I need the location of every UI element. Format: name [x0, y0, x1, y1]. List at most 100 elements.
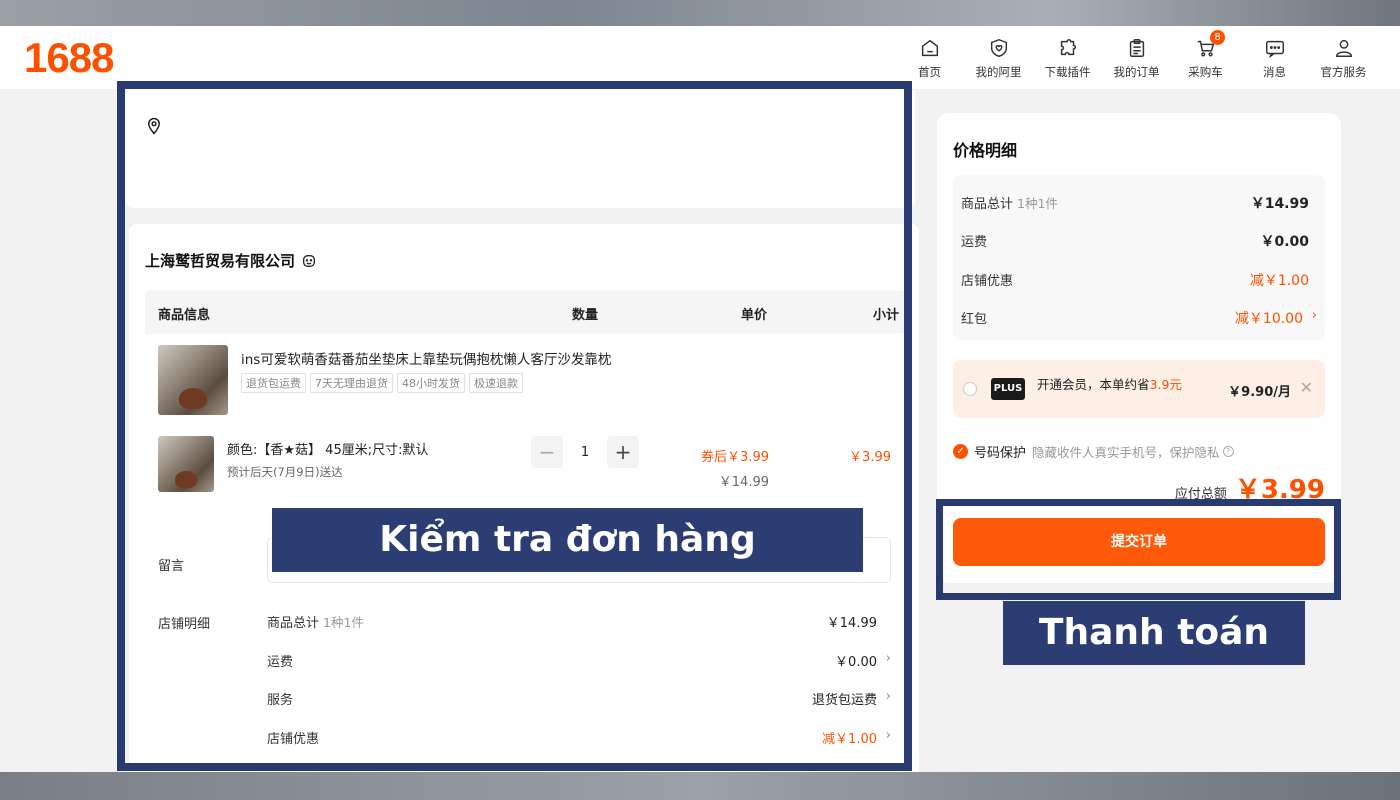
item-subtotal: ￥3.99: [849, 450, 891, 465]
address-card[interactable]: [125, 88, 915, 208]
price-value: 减￥10.00: [1234, 311, 1303, 327]
price-row-shipping: 运费 ￥0.00: [961, 231, 1317, 251]
product-title[interactable]: ins可爱软萌香菇番茄坐垫床上靠垫玩偶抱枕懒人客厅沙发靠枕: [241, 348, 611, 368]
detail-key: 服务: [267, 693, 294, 708]
detail-key: 运费: [267, 655, 294, 670]
privacy-label: 号码保护: [974, 446, 1027, 461]
price-row-shop-discount: 店铺优惠 减￥1.00: [961, 270, 1317, 290]
product-tags: 退货包运费 7天无理由退货 48小时发货 极速退款: [241, 373, 523, 393]
nav-label: 消息: [1263, 65, 1286, 79]
help-icon[interactable]: ?: [1222, 446, 1234, 457]
chat-smile-icon[interactable]: [301, 253, 317, 269]
cart-count-badge: 8: [1210, 30, 1225, 45]
sku-image[interactable]: [158, 436, 214, 492]
detail-value: 退货包运费: [811, 693, 877, 708]
product-image[interactable]: [158, 345, 228, 415]
col-quantity: 数量: [572, 308, 599, 323]
decrease-button[interactable]: −: [531, 436, 563, 468]
order-card: 上海鹫哲贸易有限公司 商品信息 数量 单价 小计 ins可爱软萌香菇番茄坐垫床上…: [129, 224, 919, 772]
price-detail-card: 价格明细 商品总计 1种1件 ￥14.99 运费 ￥0.00 店铺优惠 减￥1.0…: [937, 113, 1341, 583]
detail-row-shop-discount[interactable]: 店铺优惠 减￥1.00 ›: [267, 728, 891, 748]
caption-payment: Thanh toán: [1003, 601, 1305, 665]
nav-label: 首页: [918, 65, 941, 79]
detail-row-shipping[interactable]: 运费 ￥0.00 ›: [267, 651, 891, 671]
col-product-info: 商品信息: [158, 308, 211, 323]
chevron-right-icon: ›: [885, 728, 891, 743]
detail-value: ￥0.00: [835, 655, 877, 670]
price-key: 商品总计: [961, 197, 1014, 212]
detail-row-service[interactable]: 服务 退货包运费 ›: [267, 689, 891, 709]
privacy-desc: 隐藏收件人真实手机号，保护隐私: [1032, 445, 1220, 460]
browser-screen: 1688 首页 我的阿里 下载插件 我的订单 8 采购车 消息 官方服务 上海鹫…: [0, 26, 1400, 772]
nav-label: 我的阿里: [975, 65, 1022, 79]
price-sub: 1种1件: [1017, 196, 1058, 211]
nav-cart[interactable]: 8 采购车: [1171, 30, 1240, 82]
service-tag: 48小时发货: [397, 373, 465, 393]
shop-detail-label: 店铺明细: [158, 617, 211, 632]
nav-service[interactable]: 官方服务: [1309, 34, 1378, 82]
detail-row-total: 商品总计 1种1件 ￥14.99: [267, 612, 891, 632]
price-key: 店铺优惠: [961, 274, 1014, 289]
plus-price: ￥9.90/月: [1228, 385, 1291, 400]
price-row-red-packet[interactable]: 红包 减￥10.00 ›: [961, 308, 1317, 328]
nav-label: 采购车: [1188, 65, 1223, 79]
location-pin-icon: [147, 117, 161, 135]
plus-membership-offer[interactable]: PLUS 开通会员，本单约省3.9元 ￥9.90/月 ✕: [953, 360, 1325, 418]
plus-logo: PLUS: [991, 378, 1025, 400]
service-tag: 极速退款: [469, 373, 523, 393]
nav-label: 我的订单: [1113, 65, 1160, 79]
message-icon: [1265, 40, 1284, 59]
quantity-value[interactable]: 1: [563, 445, 607, 460]
shop-name[interactable]: 上海鹫哲贸易有限公司: [145, 250, 317, 271]
price-key: 红包: [961, 312, 988, 327]
note-label: 留言: [158, 559, 185, 574]
price-value: ￥14.99: [1250, 196, 1309, 212]
plus-offer-lead: 开通会员，本单约省: [1037, 377, 1150, 392]
price-value: ￥0.00: [1260, 234, 1309, 250]
service-tag: 退货包运费: [241, 373, 306, 393]
nav-my-ali[interactable]: 我的阿里: [964, 34, 1033, 82]
price-value: 减￥1.00: [1249, 273, 1309, 289]
shop-name-text: 上海鹫哲贸易有限公司: [145, 252, 296, 270]
delivery-eta: 预计后天(7月9日)送达: [227, 465, 343, 479]
home-icon: [921, 39, 938, 57]
top-navbar: 1688 首页 我的阿里 下载插件 我的订单 8 采购车 消息 官方服务: [0, 26, 1400, 89]
nav-orders[interactable]: 我的订单: [1102, 34, 1171, 82]
total-label: 应付总额: [1174, 487, 1227, 502]
price-key: 运费: [961, 235, 988, 250]
checkbox-checked-icon[interactable]: ✓: [953, 444, 968, 459]
sku-spec: 颜色:【香★菇】 45厘米;尺寸:默认: [227, 443, 429, 458]
submit-order-button[interactable]: 提交订单: [953, 518, 1325, 566]
detail-key: 店铺优惠: [267, 732, 320, 747]
chevron-right-icon: ›: [885, 651, 891, 666]
nav-menu: 首页 我的阿里 下载插件 我的订单 8 采购车 消息 官方服务: [895, 30, 1378, 82]
nav-label: 官方服务: [1320, 65, 1367, 79]
caption-order-check: Kiểm tra đơn hàng: [272, 508, 863, 572]
service-tag: 7天无理由退货: [310, 373, 393, 393]
detail-sub: 1种1件: [323, 615, 364, 630]
photo-frame-bottom: [0, 772, 1400, 800]
price-row-total: 商品总计 1种1件 ￥14.99: [961, 193, 1317, 213]
heart-shield-icon: [990, 38, 1007, 58]
chevron-right-icon: ›: [885, 689, 891, 704]
chevron-right-icon: ›: [1311, 308, 1317, 323]
total-value: ￥3.99: [1234, 475, 1325, 505]
plus-radio[interactable]: [963, 382, 977, 396]
nav-plugin[interactable]: 下载插件: [1033, 34, 1102, 82]
nav-home[interactable]: 首页: [895, 34, 964, 82]
increase-button[interactable]: +: [607, 436, 639, 468]
puzzle-icon: [1060, 39, 1076, 56]
col-unit-price: 单价: [741, 308, 768, 323]
total-payable: 应付总额 ￥3.99: [1175, 469, 1325, 506]
table-header: 商品信息 数量 单价 小计: [145, 290, 907, 334]
close-icon[interactable]: ✕: [1300, 378, 1313, 397]
site-logo[interactable]: 1688: [24, 34, 114, 82]
nav-messages[interactable]: 消息: [1240, 34, 1309, 82]
original-price: ￥14.99: [718, 475, 769, 490]
detail-value: 减￥1.00: [822, 732, 877, 747]
number-protection[interactable]: ✓ 号码保护 隐藏收件人真实手机号，保护隐私 ?: [953, 442, 1234, 461]
price-breakdown: 商品总计 1种1件 ￥14.99 运费 ￥0.00 店铺优惠 减￥1.00 红包 …: [953, 175, 1325, 340]
photo-frame-top: [0, 0, 1400, 26]
user-icon: [1335, 39, 1352, 57]
price-detail-title: 价格明细: [953, 141, 1018, 160]
